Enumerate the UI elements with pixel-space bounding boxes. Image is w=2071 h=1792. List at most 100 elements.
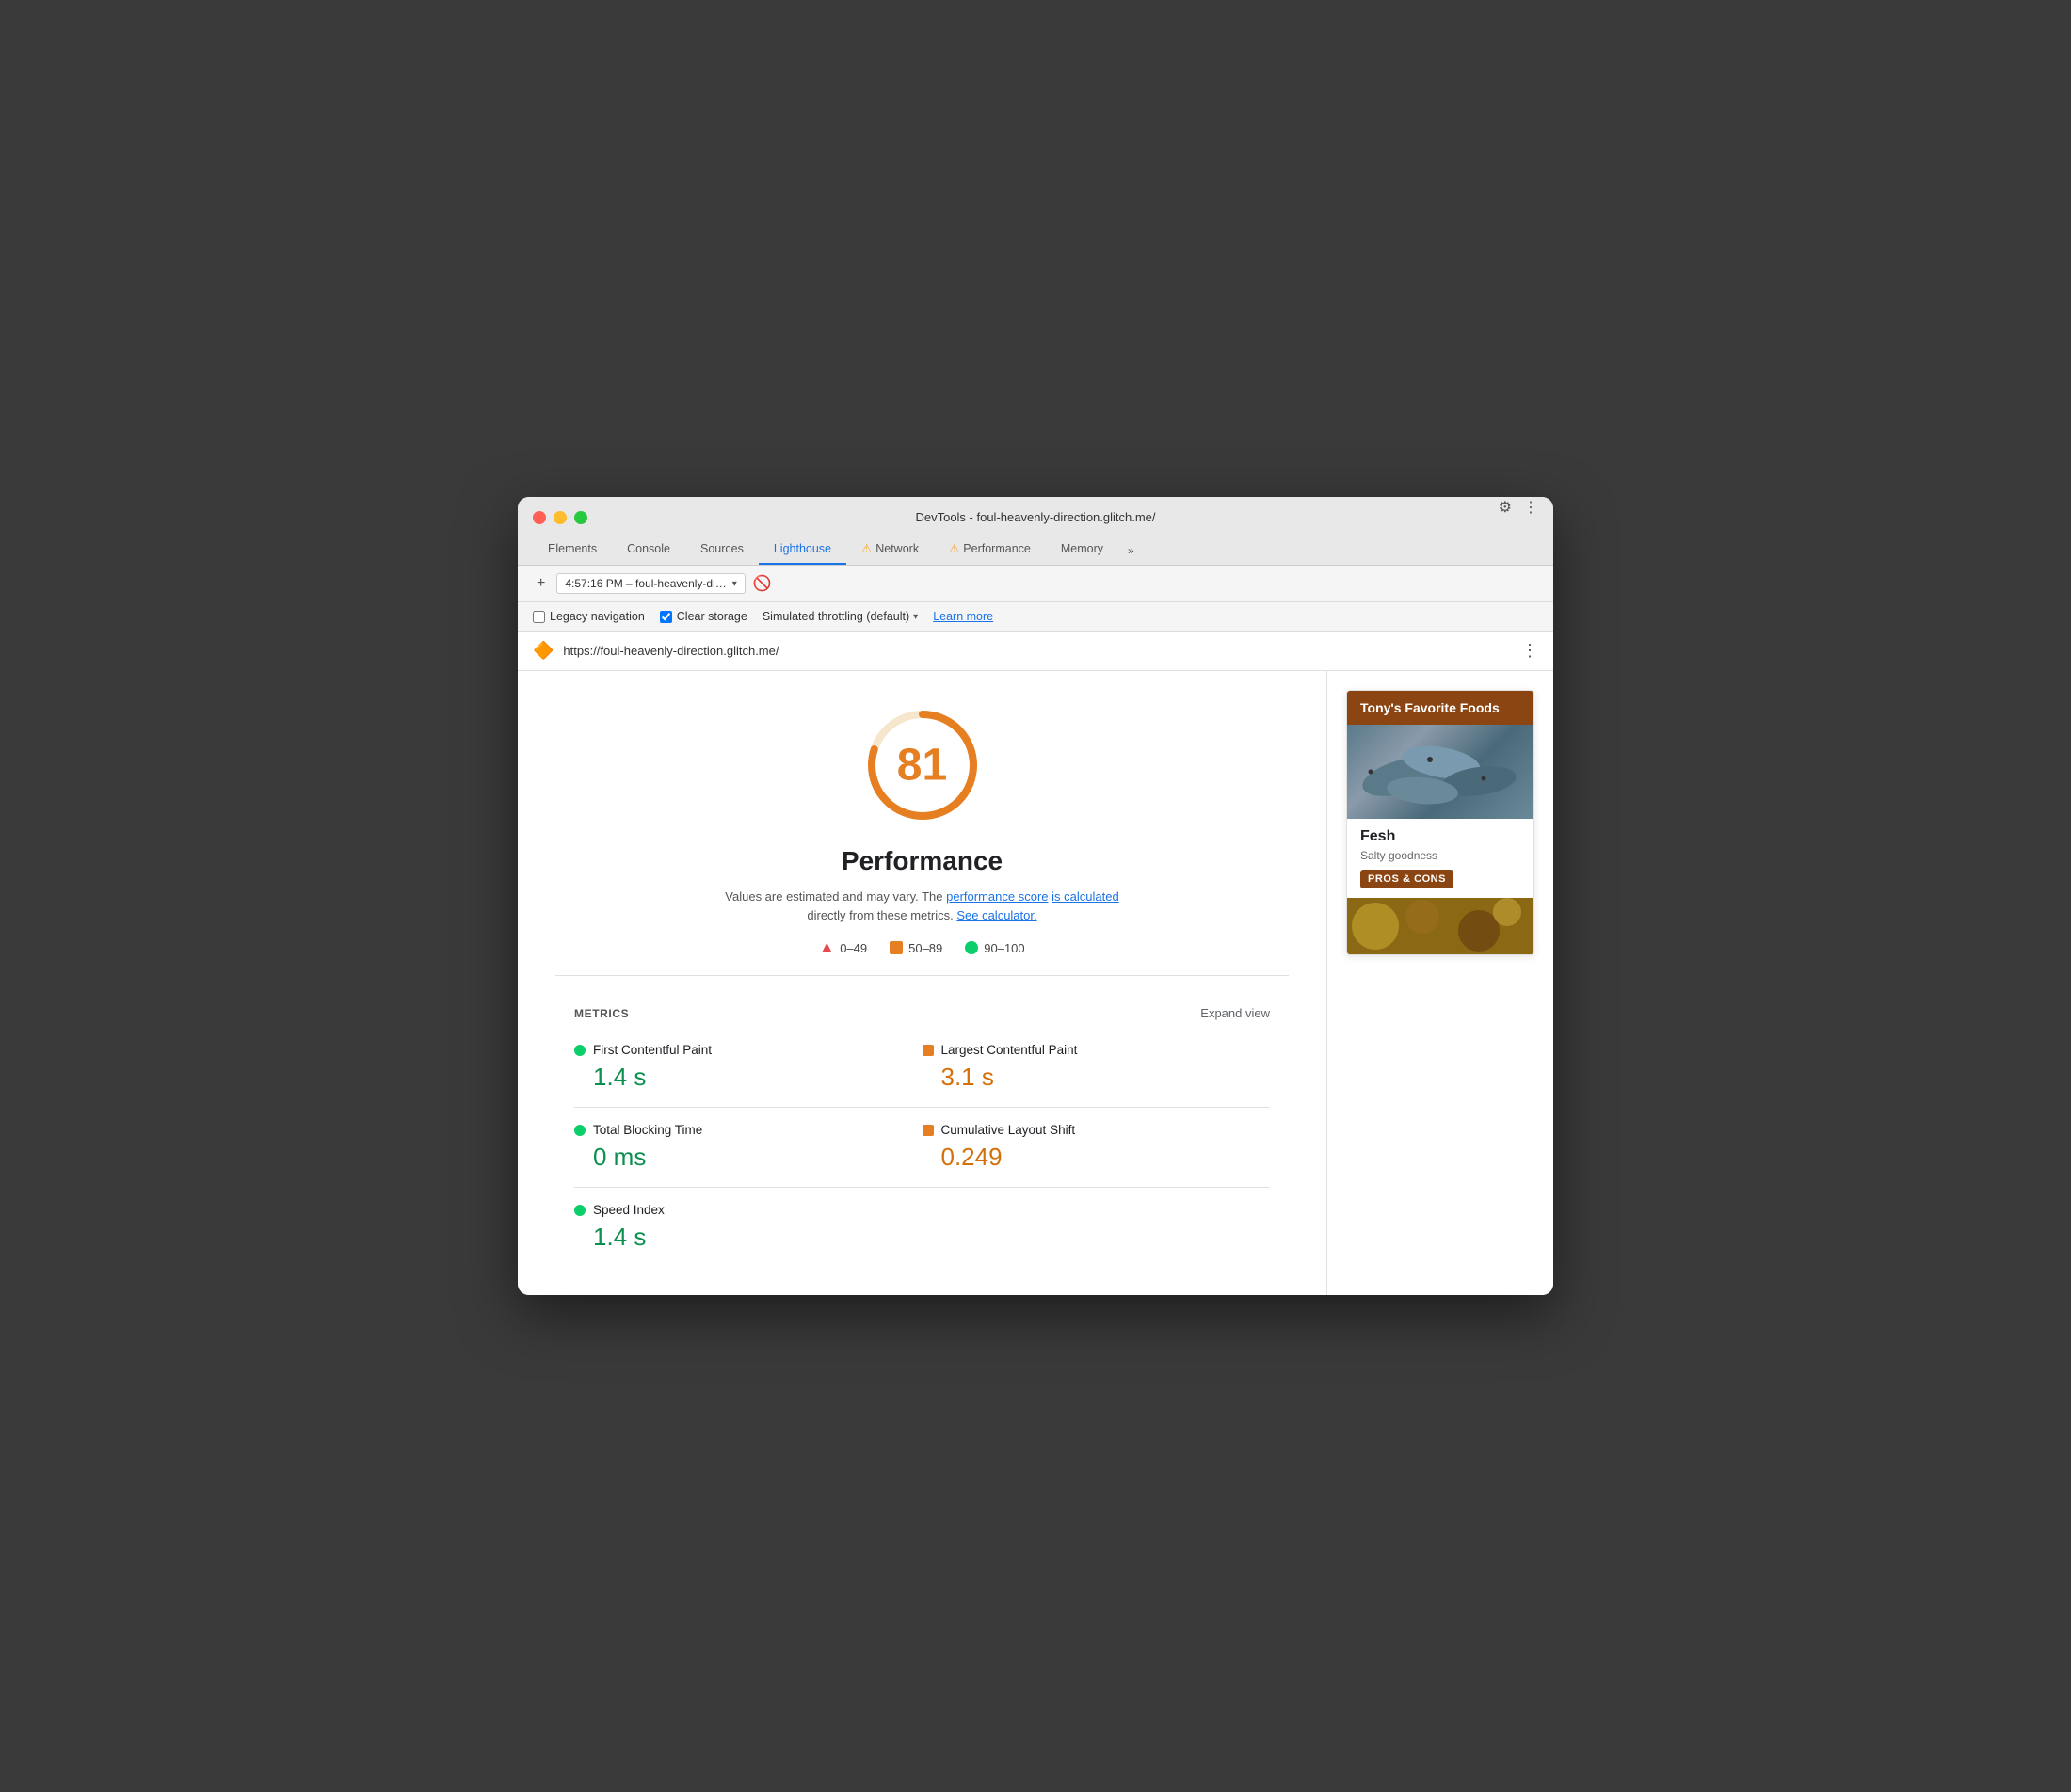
titlebar-top: DevTools - foul-heavenly-direction.glitc… — [533, 510, 1538, 524]
no-throttle-icon: 🚫 — [753, 574, 772, 593]
main-content: 81 Performance Values are estimated and … — [518, 671, 1553, 1295]
square-orange-icon — [890, 941, 903, 954]
metrics-title: METRICS — [574, 1007, 629, 1020]
url-bar: 🔶 https://foul-heavenly-direction.glitch… — [518, 632, 1553, 671]
si-dot-icon — [574, 1205, 586, 1216]
lcp-label: Largest Contentful Paint — [941, 1043, 1078, 1057]
legacy-nav-checkbox-wrap[interactable]: Legacy navigation — [533, 610, 645, 623]
site-warning-icon: 🔶 — [533, 641, 554, 661]
score-label: Performance — [842, 846, 1003, 876]
food-card: Tony's Favorite Foods Fe — [1346, 690, 1534, 955]
network-warning-icon: ⚠ — [861, 542, 872, 555]
legacy-nav-checkbox[interactable] — [533, 611, 545, 623]
legend-red: ▲ 0–49 — [819, 939, 867, 956]
lcp-square-icon — [923, 1045, 934, 1056]
metric-tbt-name-row: Total Blocking Time — [574, 1123, 923, 1137]
tab-sources[interactable]: Sources — [685, 535, 759, 565]
clear-storage-checkbox-wrap[interactable]: Clear storage — [660, 610, 747, 623]
score-number: 81 — [897, 740, 947, 792]
tab-more[interactable]: » — [1118, 536, 1144, 565]
minimize-button[interactable] — [554, 511, 567, 524]
maximize-button[interactable] — [574, 511, 587, 524]
metric-si-name-row: Speed Index — [574, 1203, 923, 1217]
window-title: DevTools - foul-heavenly-direction.glitc… — [915, 510, 1155, 524]
cls-square-icon — [923, 1125, 934, 1136]
subtoolbar: + 4:57:16 PM – foul-heavenly-di… ▾ 🚫 — [518, 566, 1553, 602]
metric-lcp: Largest Contentful Paint 3.1 s — [923, 1028, 1271, 1108]
legend-orange: 50–89 — [890, 939, 942, 956]
fcp-label: First Contentful Paint — [593, 1043, 712, 1057]
legacy-nav-label: Legacy navigation — [550, 610, 645, 623]
options-bar: Legacy navigation Clear storage Simulate… — [518, 602, 1553, 632]
performance-warning-icon: ⚠ — [949, 542, 959, 555]
food-desc: Salty goodness — [1360, 849, 1520, 862]
throttling-selector[interactable]: Simulated throttling (default) ▾ — [763, 610, 918, 623]
food-card-image-2 — [1347, 898, 1533, 954]
tabs-bar: Elements Console Sources Lighthouse ⚠Net… — [533, 534, 1538, 565]
toolbar-icons: ⚙ ⋮ — [1499, 498, 1538, 517]
titlebar: DevTools - foul-heavenly-direction.glitc… — [518, 497, 1553, 566]
settings-icon[interactable]: ⚙ — [1499, 498, 1512, 517]
food-card-image — [1347, 725, 1533, 819]
expand-view-button[interactable]: Expand view — [1200, 1006, 1270, 1020]
tab-lighthouse[interactable]: Lighthouse — [759, 535, 846, 565]
fcp-dot-icon — [574, 1045, 586, 1056]
clear-storage-checkbox[interactable] — [660, 611, 672, 623]
score-description: Values are estimated and may vary. The p… — [725, 888, 1120, 924]
si-value: 1.4 s — [574, 1223, 923, 1252]
session-label: 4:57:16 PM – foul-heavenly-di… — [565, 577, 726, 590]
metrics-header: METRICS Expand view — [574, 995, 1270, 1028]
throttling-label: Simulated throttling (default) — [763, 610, 909, 623]
fcp-value: 1.4 s — [574, 1063, 923, 1092]
session-info[interactable]: 4:57:16 PM – foul-heavenly-di… ▾ — [556, 573, 745, 594]
divider — [555, 975, 1289, 976]
metric-lcp-name-row: Largest Contentful Paint — [923, 1043, 1271, 1057]
food-card-body: Fesh Salty goodness PROS & CONS — [1347, 819, 1533, 898]
cls-value: 0.249 — [923, 1143, 1271, 1172]
throttling-dropdown-icon: ▾ — [913, 612, 918, 622]
metric-si: Speed Index 1.4 s — [574, 1188, 923, 1267]
calculator-link[interactable]: See calculator. — [956, 908, 1036, 922]
metric-cls: Cumulative Layout Shift 0.249 — [923, 1108, 1271, 1188]
metric-cls-name-row: Cumulative Layout Shift — [923, 1123, 1271, 1137]
traffic-lights — [533, 511, 587, 524]
right-panel: Tony's Favorite Foods Fe — [1327, 671, 1553, 1295]
triangle-red-icon: ▲ — [819, 939, 834, 956]
add-session-button[interactable]: + — [533, 573, 549, 594]
devtools-window: DevTools - foul-heavenly-direction.glitc… — [518, 497, 1553, 1295]
perf-score-link[interactable]: performance score — [946, 889, 1048, 904]
metric-fcp-name-row: First Contentful Paint — [574, 1043, 923, 1057]
tab-network[interactable]: ⚠Network — [846, 534, 934, 565]
session-dropdown-icon: ▾ — [732, 579, 737, 589]
metric-tbt: Total Blocking Time 0 ms — [574, 1108, 923, 1188]
metrics-grid: First Contentful Paint 1.4 s Largest Con… — [574, 1028, 1270, 1267]
metric-fcp: First Contentful Paint 1.4 s — [574, 1028, 923, 1108]
cls-label: Cumulative Layout Shift — [941, 1123, 1076, 1137]
tbt-label: Total Blocking Time — [593, 1123, 702, 1137]
tab-memory[interactable]: Memory — [1046, 535, 1118, 565]
tbt-dot-icon — [574, 1125, 586, 1136]
tab-console[interactable]: Console — [612, 535, 685, 565]
score-ring: 81 — [857, 699, 988, 831]
metrics-section: METRICS Expand view First Contentful Pai… — [555, 995, 1289, 1267]
si-label: Speed Index — [593, 1203, 665, 1217]
url-text: https://foul-heavenly-direction.glitch.m… — [563, 644, 1512, 658]
clear-storage-label: Clear storage — [677, 610, 747, 623]
is-calculated-link[interactable]: is calculated — [1052, 889, 1119, 904]
left-panel: 81 Performance Values are estimated and … — [518, 671, 1327, 1295]
tbt-value: 0 ms — [574, 1143, 923, 1172]
learn-more-link[interactable]: Learn more — [933, 610, 993, 623]
close-button[interactable] — [533, 511, 546, 524]
pros-cons-button[interactable]: PROS & CONS — [1360, 870, 1453, 888]
legend-green: 90–100 — [965, 939, 1024, 956]
lcp-value: 3.1 s — [923, 1063, 1271, 1092]
more-options-icon[interactable]: ⋮ — [1523, 498, 1538, 517]
url-more-button[interactable]: ⋮ — [1521, 641, 1538, 661]
tab-performance[interactable]: ⚠Performance — [934, 534, 1046, 565]
score-section: 81 Performance Values are estimated and … — [555, 699, 1289, 956]
tab-elements[interactable]: Elements — [533, 535, 612, 565]
food-card-header: Tony's Favorite Foods — [1347, 691, 1533, 725]
food-name: Fesh — [1360, 828, 1520, 845]
score-legend: ▲ 0–49 50–89 90–100 — [819, 939, 1024, 956]
circle-green-icon — [965, 941, 978, 954]
